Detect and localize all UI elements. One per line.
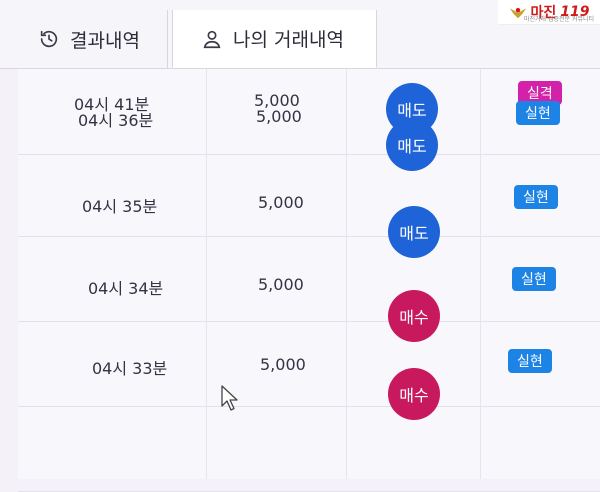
tab-my-trades[interactable]: 나의 거래내역	[172, 10, 377, 68]
result-badge: 실현	[514, 185, 558, 209]
trade-time: 04시 36분	[78, 111, 154, 130]
history-icon	[38, 28, 60, 50]
result-badge: 실현	[508, 349, 552, 373]
trade-history-table: 04시 41분 5,000 매도 실격 04시 36분 5,000 매도 실현 04시 35분 5…	[18, 69, 600, 492]
tab-results-history[interactable]: 결과내역	[14, 10, 168, 68]
buy-indicator: 매수	[388, 290, 440, 342]
mouse-cursor-icon	[221, 385, 238, 411]
result-badge: 실현	[516, 101, 560, 125]
trade-amount: 5,000	[256, 107, 302, 126]
trade-amount: 5,000	[258, 275, 304, 294]
trade-time: 04시 33분	[92, 359, 168, 378]
result-badge: 실현	[512, 267, 556, 291]
trade-amount: 5,000	[260, 355, 306, 374]
user-icon	[201, 28, 223, 50]
trade-time: 04시 34분	[88, 279, 164, 298]
table-row	[18, 406, 600, 492]
tab-bar: 결과내역 나의 거래내역 마진 119 마진거래 검증전문 커뮤니티	[0, 0, 600, 69]
brand-tagline: 마진거래 검증전문 커뮤니티	[524, 16, 595, 23]
trade-amount: 5,000	[258, 193, 304, 212]
trade-time: 04시 35분	[82, 197, 158, 216]
brand-logo: 마진 119 마진거래 검증전문 커뮤니티	[498, 0, 600, 25]
sell-indicator: 매도	[388, 206, 440, 258]
buy-indicator: 매수	[388, 368, 440, 420]
sell-indicator: 매도	[386, 119, 438, 171]
tab-label: 결과내역	[70, 29, 140, 52]
tab-label: 나의 거래내역	[233, 29, 344, 51]
